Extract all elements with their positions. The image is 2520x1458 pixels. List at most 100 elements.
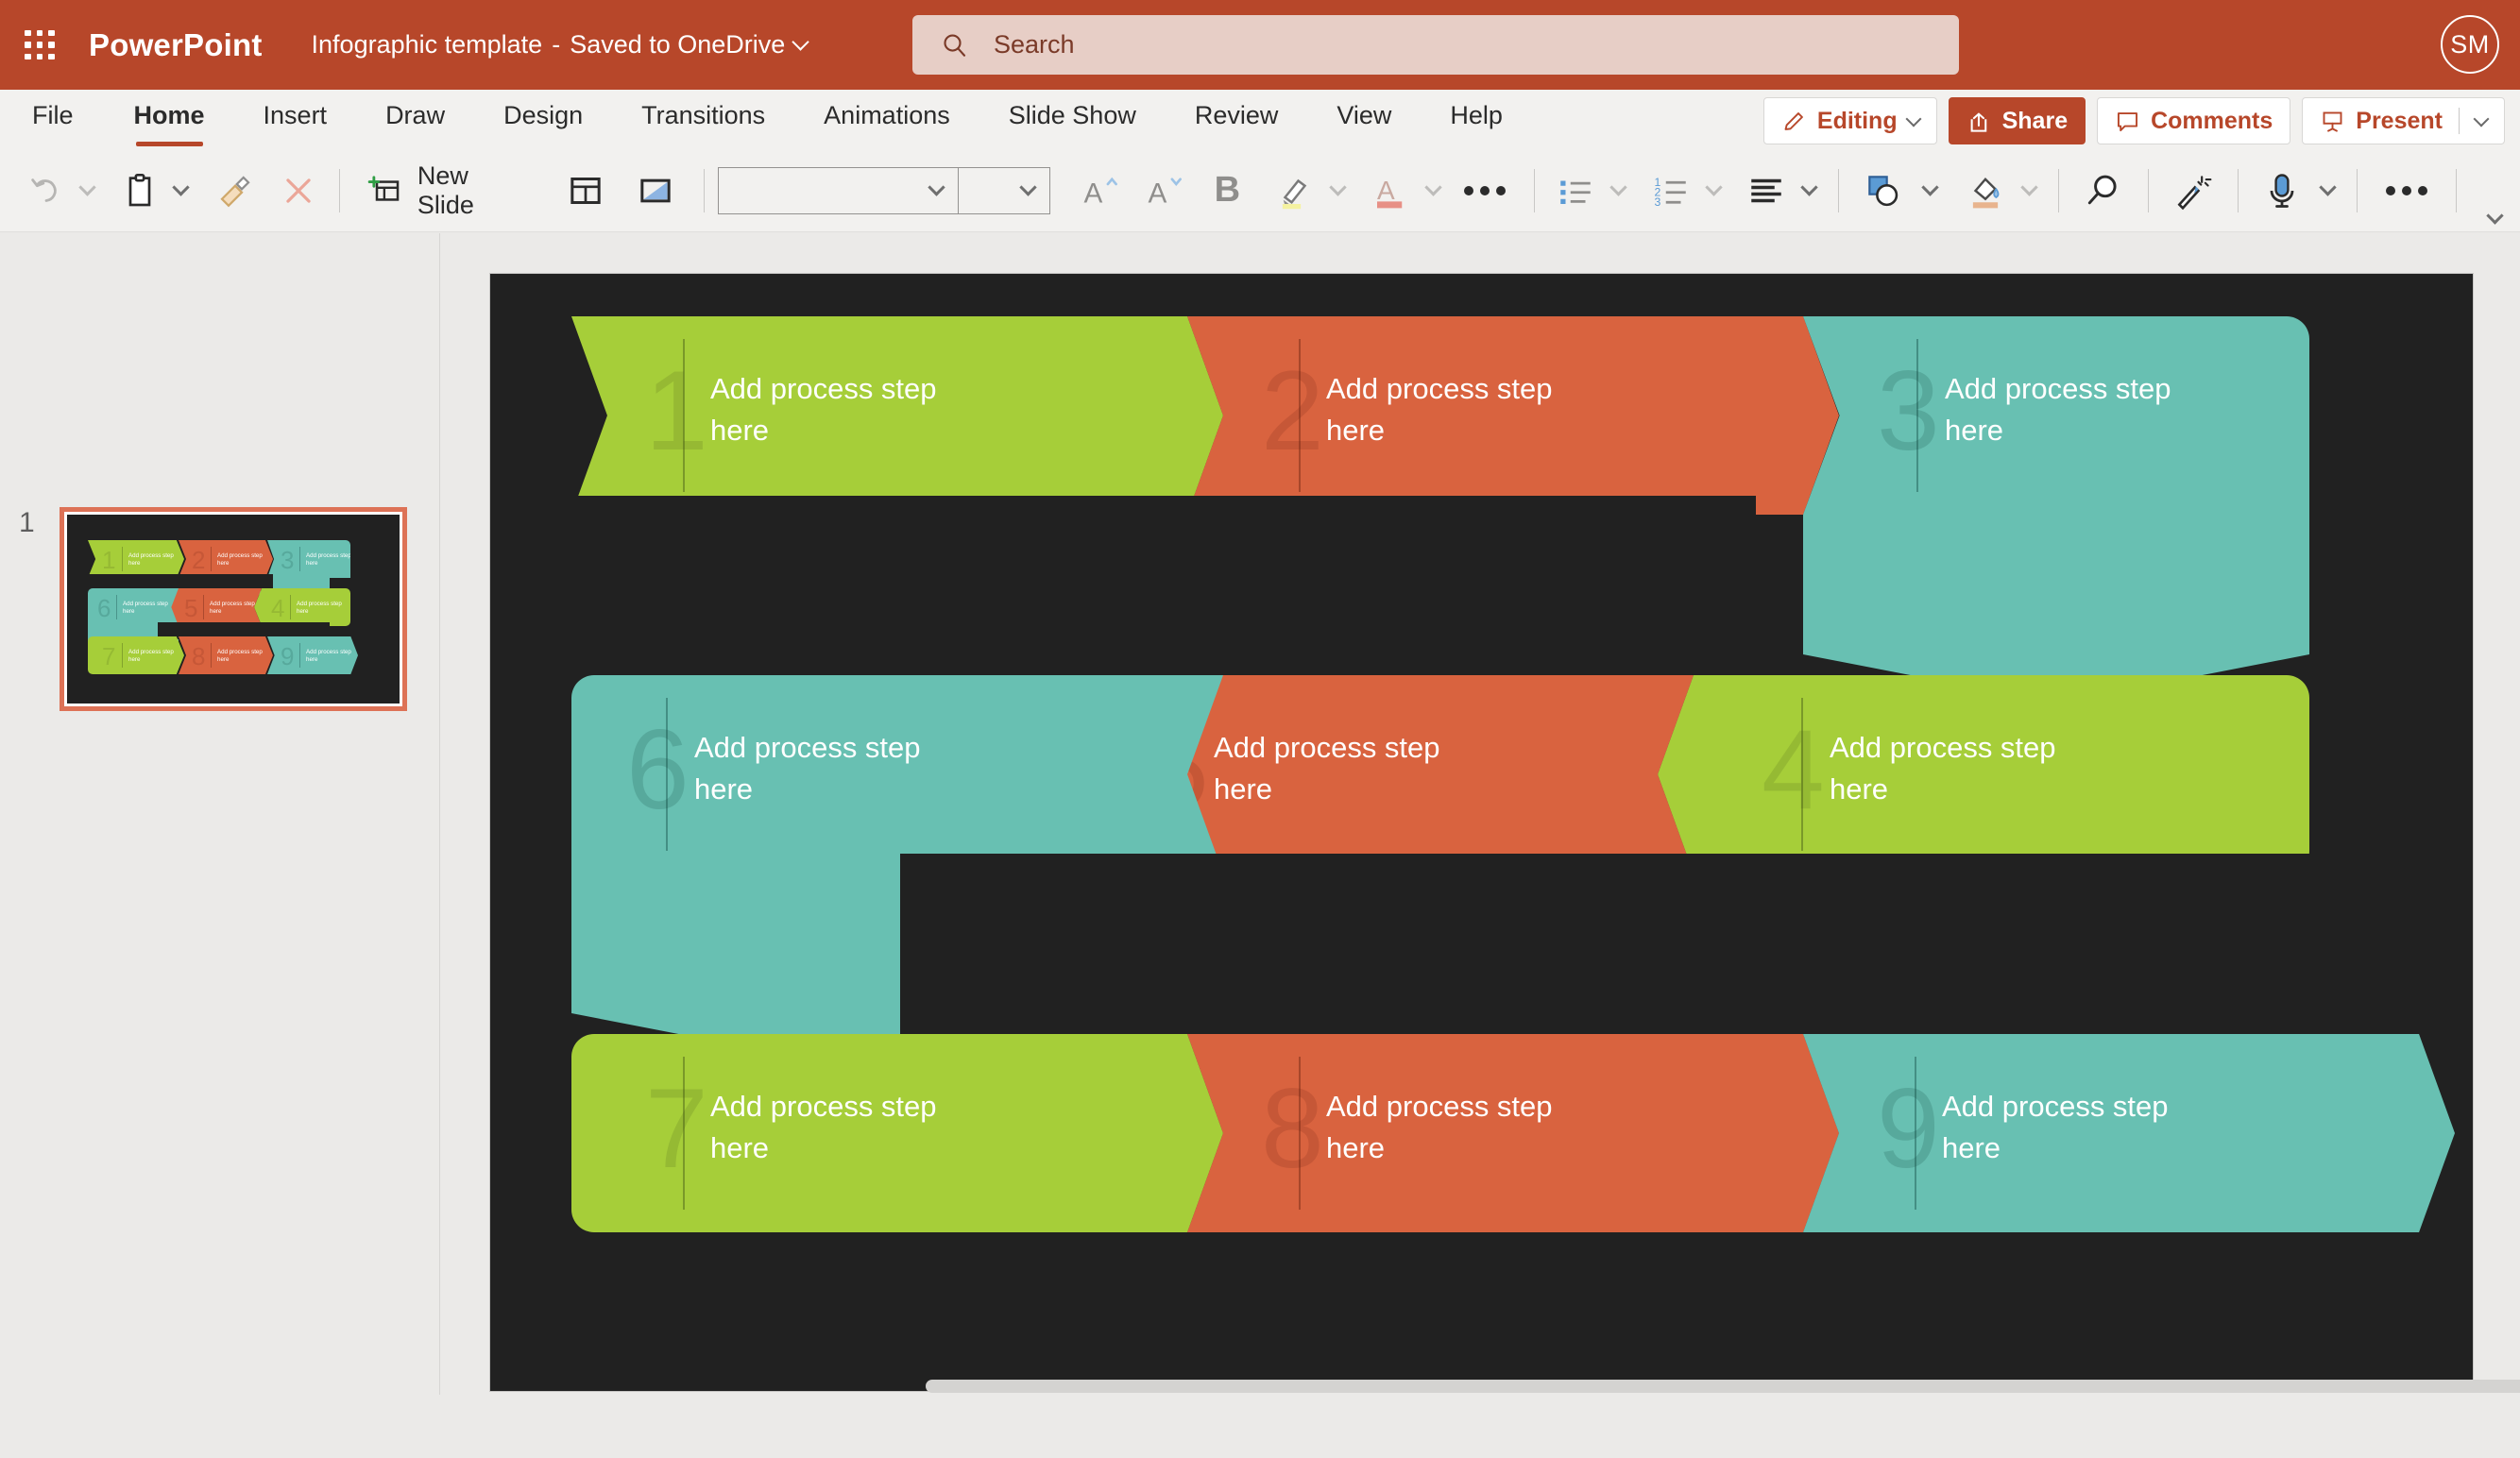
share-icon xyxy=(1970,112,1986,132)
font-color-button[interactable]: A xyxy=(1363,171,1419,211)
shrink-font-button[interactable]: A xyxy=(1132,171,1197,211)
slide-number: 1 xyxy=(19,507,35,538)
process-row-2-final: 4 Add process step here 5 Add process st… xyxy=(571,675,2309,873)
mini-step-number: 8 xyxy=(192,642,206,670)
slide-thumbnail-1[interactable]: 1 Add process step here 2 Add process st… xyxy=(60,507,407,711)
process-step-9[interactable]: 9 Add process step here xyxy=(1803,1034,2455,1232)
clear-formatting-button[interactable] xyxy=(270,173,326,209)
mini-divider xyxy=(211,643,212,668)
step-divider xyxy=(1299,339,1301,492)
tab-slide-show[interactable]: Slide Show xyxy=(1009,90,1136,149)
dictate-dropdown[interactable] xyxy=(2311,178,2343,199)
designer-button[interactable] xyxy=(2162,170,2224,212)
horizontal-scrollbar[interactable] xyxy=(926,1380,2520,1393)
app-launcher-icon[interactable] xyxy=(13,19,66,72)
step-number: 2 xyxy=(1261,348,1324,474)
title-bar: PowerPoint Infographic template - Saved … xyxy=(0,0,2520,90)
step-divider xyxy=(1915,1057,1916,1210)
tab-file[interactable]: File xyxy=(32,90,74,149)
chevron-down-icon[interactable] xyxy=(1905,110,1922,127)
numbering-button[interactable]: 1 2 3 xyxy=(1643,171,1699,211)
tab-design[interactable]: Design xyxy=(503,90,583,149)
format-painter-button[interactable] xyxy=(207,171,263,211)
tab-insert[interactable]: Insert xyxy=(264,90,328,149)
tab-transitions[interactable]: Transitions xyxy=(641,90,765,149)
layout-button[interactable] xyxy=(551,172,621,210)
divider xyxy=(2238,168,2239,212)
comments-button[interactable]: Comments xyxy=(2097,97,2291,144)
step-number: 6 xyxy=(626,706,690,833)
share-button[interactable]: Share xyxy=(1948,97,2086,144)
font-color-dropdown[interactable] xyxy=(1419,178,1449,199)
tab-view[interactable]: View xyxy=(1337,90,1391,149)
slide-canvas[interactable]: 1 Add process step here 2 Add process st… xyxy=(490,274,2473,1391)
shape-fill-button[interactable] xyxy=(1957,171,2015,211)
mini-step-2: 2 Add process step here xyxy=(179,540,273,578)
more-options-button[interactable] xyxy=(2371,185,2443,195)
tab-label: File xyxy=(32,101,74,129)
align-button[interactable] xyxy=(1739,171,1795,211)
chevron-down-icon[interactable] xyxy=(792,33,810,51)
tab-draw[interactable]: Draw xyxy=(385,90,445,149)
align-dropdown[interactable] xyxy=(1795,178,1825,199)
highlight-dropdown[interactable] xyxy=(1322,178,1353,199)
process-step-4[interactable]: 4 Add process step here xyxy=(1658,675,2309,873)
svg-text:A: A xyxy=(1377,175,1395,204)
pencil-icon xyxy=(1784,111,1803,130)
mini-step-3: 3 Add process step here xyxy=(267,540,350,578)
grow-font-button[interactable]: A xyxy=(1067,171,1132,211)
numbering-dropdown[interactable] xyxy=(1699,178,1729,199)
avatar[interactable]: SM xyxy=(2441,15,2499,74)
tab-animations[interactable]: Animations xyxy=(824,90,950,149)
present-button[interactable]: Present xyxy=(2302,97,2505,144)
step-number: 3 xyxy=(1877,348,1940,474)
mini-divider xyxy=(299,643,300,668)
shapes-button[interactable] xyxy=(1852,170,1915,212)
bullets-dropdown[interactable] xyxy=(1604,178,1634,199)
chevron-down-icon xyxy=(2020,178,2038,196)
process-step-3[interactable]: 3 Add process step here xyxy=(1803,316,2309,515)
undo-dropdown[interactable] xyxy=(72,178,102,199)
mini-step-1: 1 Add process step here xyxy=(88,540,184,578)
new-slide-icon xyxy=(367,175,400,201)
thumbnail-content: 1 Add process step here 2 Add process st… xyxy=(67,515,400,704)
text-highlight-button[interactable] xyxy=(1268,171,1323,211)
process-step-6[interactable]: 6 Add process step here xyxy=(571,675,1223,873)
search-icon xyxy=(2087,175,2117,204)
mini-step-number: 3 xyxy=(281,546,295,574)
step-text: Add process step here xyxy=(1326,1090,1553,1165)
process-step-7[interactable]: 7 Add process step here xyxy=(571,1034,1223,1232)
new-slide-button[interactable]: New Slide xyxy=(366,161,525,220)
chevron-down-icon xyxy=(1705,178,1723,196)
search-input[interactable]: Search xyxy=(912,15,1959,75)
step-text: Add process step here xyxy=(1326,372,1553,448)
tab-review[interactable]: Review xyxy=(1195,90,1279,149)
more-font-options-button[interactable] xyxy=(1449,185,1521,195)
expand-ribbon-button[interactable] xyxy=(2470,154,2520,228)
process-step-2[interactable]: 2 Add process step here xyxy=(1187,316,1839,515)
shapes-dropdown[interactable] xyxy=(1915,178,1945,199)
chevron-down-icon[interactable] xyxy=(2473,110,2490,127)
tab-home[interactable]: Home xyxy=(134,90,205,149)
bold-button[interactable]: B xyxy=(1197,170,1258,211)
paste-dropdown[interactable] xyxy=(165,178,196,199)
comment-icon xyxy=(2118,111,2138,131)
mini-step-6: 6 Add process step here xyxy=(88,588,179,626)
dictate-button[interactable] xyxy=(2252,170,2311,212)
reset-icon xyxy=(639,178,671,202)
bullets-button[interactable] xyxy=(1548,171,1604,211)
paste-button[interactable] xyxy=(113,172,165,210)
mini-row-2: 4 Add process step here 5 Add process st… xyxy=(88,588,350,626)
shape-fill-dropdown[interactable] xyxy=(2014,178,2044,199)
find-button[interactable] xyxy=(2072,170,2135,212)
font-size-select[interactable] xyxy=(958,166,1051,214)
document-title[interactable]: Infographic template - Saved to OneDrive xyxy=(312,30,810,59)
process-step-1[interactable]: 1 Add process step here xyxy=(571,316,1223,515)
process-step-8[interactable]: 8 Add process step here xyxy=(1187,1034,1839,1232)
font-name-select[interactable] xyxy=(717,166,959,214)
tab-help[interactable]: Help xyxy=(1450,90,1503,149)
reset-button[interactable] xyxy=(621,172,690,210)
undo-button[interactable] xyxy=(22,171,72,211)
process-row-1: 1 Add process step here 2 Add process st… xyxy=(571,316,2309,515)
editing-button[interactable]: Editing xyxy=(1762,97,1937,144)
